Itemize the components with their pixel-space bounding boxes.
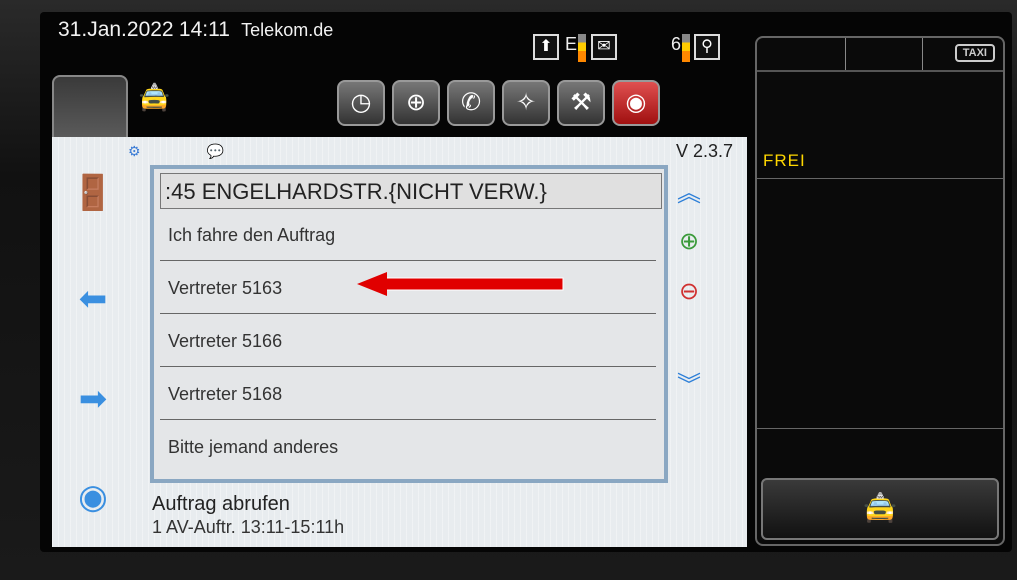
order-list: :45 ENGELHARDSTR.{NICHT VERW.} Ich fahre… bbox=[150, 165, 668, 483]
taxi-car-button[interactable]: 🚖 bbox=[761, 478, 999, 540]
annotation-arrow bbox=[357, 272, 564, 296]
exit-door-icon: 🚪 bbox=[71, 174, 115, 212]
taxi-tab[interactable] bbox=[52, 75, 128, 137]
phone-button[interactable]: ✆ bbox=[447, 80, 495, 126]
network-status-icon: ⚙ 💬 bbox=[128, 143, 225, 159]
status-time: 14:11 bbox=[178, 18, 230, 41]
color-circles-button[interactable]: ◉ bbox=[66, 475, 120, 519]
back-button[interactable]: ⬅ bbox=[66, 277, 120, 321]
forward-button[interactable]: ➡ bbox=[66, 377, 120, 421]
fetch-order-label[interactable]: Auftrag abrufen bbox=[152, 493, 290, 516]
emergency-button[interactable]: ◉ bbox=[612, 80, 660, 126]
right-panel: TAXI FREI 🚖 bbox=[755, 36, 1005, 546]
zoom-in-icon: ⊕ bbox=[678, 228, 700, 255]
color-circles-icon: ◉ bbox=[78, 478, 108, 516]
satellite-indicator-icon: ⚲ bbox=[694, 34, 720, 60]
list-header: :45 ENGELHARDSTR.{NICHT VERW.} bbox=[160, 173, 662, 209]
list-item[interactable]: Ich fahre den Auftrag bbox=[160, 209, 656, 261]
order-info-label: 1 AV-Auftr. 13:11-15:11h bbox=[152, 517, 345, 537]
emergency-icon: ◉ bbox=[625, 89, 647, 116]
double-chevron-up-icon: ︽ bbox=[677, 180, 701, 207]
double-chevron-down-icon: ︾ bbox=[677, 372, 701, 399]
tools-icon: ⚒ bbox=[570, 89, 592, 116]
status-bar: 31.Jan.2022 14:11 Telekom.de bbox=[58, 18, 333, 42]
clock-icon: ◷ bbox=[350, 89, 372, 116]
tools-button[interactable]: ⚒ bbox=[557, 80, 605, 126]
signal-indicator-6: 6 bbox=[671, 34, 682, 54]
satellite-button[interactable]: ✧ bbox=[502, 80, 550, 126]
status-carrier: Telekom.de bbox=[241, 20, 334, 40]
arrow-left-icon: ⬅ bbox=[78, 280, 108, 318]
taxi-car-icon: 🚖 bbox=[862, 492, 898, 523]
list-item[interactable]: Vertreter 5168 bbox=[160, 368, 656, 420]
arrow-right-icon: ➡ bbox=[78, 380, 108, 418]
exit-button[interactable]: 🚪 bbox=[66, 171, 120, 215]
signal-bars-icon bbox=[578, 34, 586, 62]
scroll-down-button[interactable]: ︾ bbox=[672, 369, 706, 403]
compass-icon: ⊕ bbox=[405, 89, 427, 116]
zoom-in-button[interactable]: ⊕ bbox=[672, 225, 706, 259]
scroll-up-button[interactable]: ︽ bbox=[672, 177, 706, 211]
network-indicator-e: E bbox=[565, 34, 578, 54]
satellite-icon: ✧ bbox=[515, 89, 537, 116]
phone-icon: ✆ bbox=[460, 89, 482, 116]
list-item[interactable]: Vertreter 5166 bbox=[160, 315, 656, 367]
status-frei: FREI bbox=[763, 151, 806, 170]
compass-button[interactable]: ⊕ bbox=[392, 80, 440, 126]
status-date: 31.Jan.2022 bbox=[58, 18, 174, 41]
gps-indicator-icon: ⬆ bbox=[533, 34, 559, 60]
clock-button[interactable]: ◷ bbox=[337, 80, 385, 126]
taxi-sign: TAXI bbox=[954, 44, 995, 62]
version-label: V 2.3.7 bbox=[675, 141, 733, 161]
list-item[interactable]: Bitte jemand anderes bbox=[160, 421, 656, 473]
taxi-car-icon: 🚖 bbox=[138, 82, 171, 112]
signal-bars-2-icon bbox=[682, 34, 690, 62]
zoom-out-icon: ⊖ bbox=[678, 278, 700, 305]
right-panel-top: TAXI bbox=[757, 38, 1003, 72]
zoom-out-button[interactable]: ⊖ bbox=[672, 275, 706, 309]
envelope-indicator-icon: ✉ bbox=[591, 34, 617, 60]
main-panel: ⚙ 💬 V 2.3.7 🚪 ⬅ ➡ ◉ :45 ENGELHARDSTR.{NI… bbox=[52, 137, 747, 547]
